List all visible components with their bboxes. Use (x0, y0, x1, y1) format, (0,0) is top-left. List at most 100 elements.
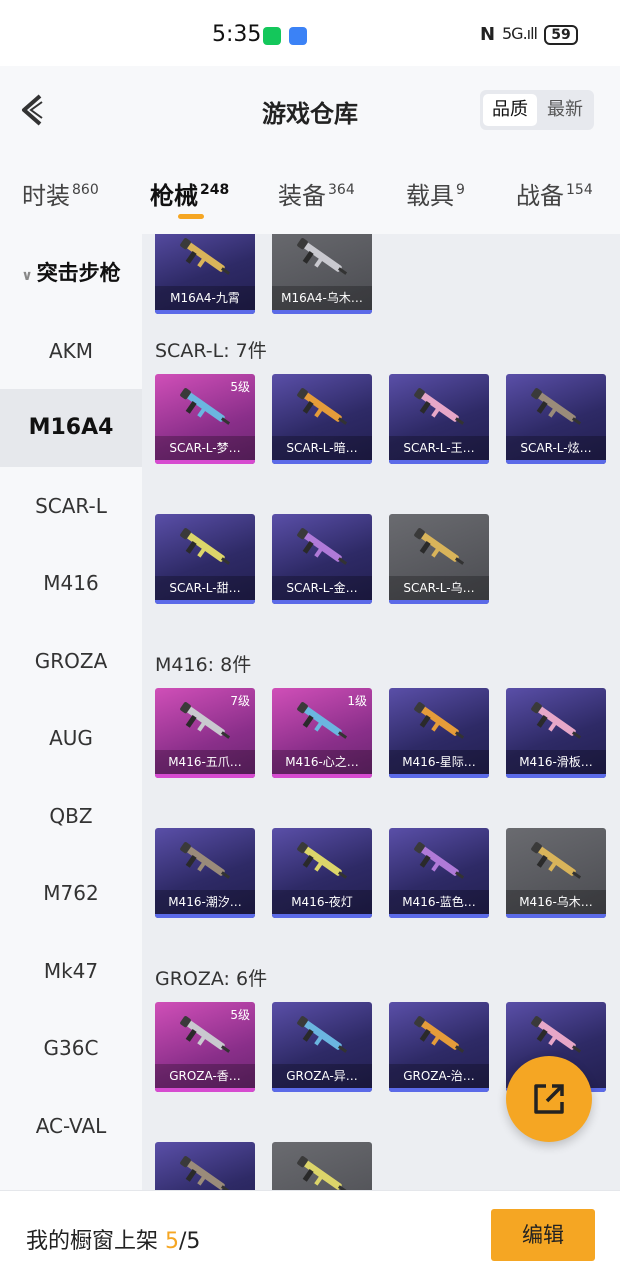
rifle-icon (297, 842, 348, 879)
weapon-card[interactable]: SCAR-L-炫… (506, 374, 606, 464)
rarity-bar (155, 310, 255, 314)
rarity-bar (389, 460, 489, 464)
weapon-card-label: SCAR-L-梦… (155, 436, 255, 460)
weapon-card[interactable]: 5级 SCAR-L-梦… (155, 374, 255, 464)
weapon-card[interactable]: M416-乌木… (506, 828, 606, 918)
rarity-bar (272, 460, 372, 464)
battery-icon: 59 (544, 25, 578, 45)
weapon-card-label: SCAR-L-暗… (272, 436, 372, 460)
game-app-icon (289, 27, 307, 45)
sidebar-item-m16a4[interactable]: M16A4 (0, 389, 142, 467)
rarity-bar (272, 310, 372, 314)
rarity-bar (389, 600, 489, 604)
weapon-card[interactable]: GROZA-异… (272, 1002, 372, 1092)
rifle-icon (414, 702, 465, 739)
weapon-card[interactable]: M416-夜灯 (272, 828, 372, 918)
weapon-card[interactable]: SCAR-L-甜… (155, 514, 255, 604)
sidebar-item-akm[interactable]: AKM (0, 312, 142, 390)
weapon-card-label: SCAR-L-甜… (155, 576, 255, 600)
rifle-icon (180, 238, 231, 275)
rarity-bar (272, 1088, 372, 1092)
weapon-card[interactable]: M16A4-乌木… (272, 234, 372, 314)
page: 5:35 N 5G.ıll 59 游戏仓库 品质 最新 时装 860 枪械 248 … (0, 0, 620, 1280)
weapon-card-label: SCAR-L-王… (389, 436, 489, 460)
edit-button[interactable]: 编辑 (491, 1209, 595, 1261)
rifle-icon (297, 702, 348, 739)
rifle-icon (531, 842, 582, 879)
weapon-card-label: GROZA-香… (155, 1064, 255, 1088)
rifle-icon (180, 528, 231, 565)
rifle-icon (180, 1016, 231, 1053)
share-button[interactable] (506, 1056, 592, 1142)
weapon-card[interactable]: GROZA-治… (389, 1002, 489, 1092)
sidebar-item-ac-val[interactable]: AC-VAL (0, 1087, 142, 1165)
external-link-icon (534, 1084, 564, 1114)
sidebar-item-g36c[interactable]: G36C (0, 1009, 142, 1087)
sidebar-item-groza[interactable]: GROZA (0, 622, 142, 700)
sidebar-item-scar-l[interactable]: SCAR-L (0, 467, 142, 545)
wechat-icon (263, 27, 281, 45)
weapon-card-label: M16A4-九霄 (155, 286, 255, 310)
sort-option-quality[interactable]: 品质 (483, 94, 537, 126)
sidebar-item-mk47[interactable]: Mk47 (0, 932, 142, 1010)
weapon-card[interactable]: M416-星际… (389, 688, 489, 778)
weapon-card[interactable]: M416-蓝色… (389, 828, 489, 918)
weapon-card[interactable]: 7级 M416-五爪… (155, 688, 255, 778)
weapon-card[interactable]: SCAR-L-暗… (272, 374, 372, 464)
rifle-icon (531, 702, 582, 739)
weapon-sidebar: ∨ 突击步枪 AKM M16A4 SCAR-L M416 GROZA AUG QB… (0, 234, 142, 1194)
section-title: M416: 8件 (155, 654, 252, 676)
section-title: SCAR-L: 7件 (155, 340, 267, 362)
weapon-card[interactable] (272, 1142, 372, 1194)
sidebar-item-qbz[interactable]: QBZ (0, 777, 142, 855)
weapon-card-label: M416-蓝色… (389, 890, 489, 914)
rarity-bar (389, 1088, 489, 1092)
rarity-bar (155, 460, 255, 464)
sidebar-item-m762[interactable]: M762 (0, 854, 142, 932)
level-badge: 5级 (230, 1008, 250, 1022)
level-badge: 5级 (230, 380, 250, 394)
header: 游戏仓库 品质 最新 (0, 66, 620, 154)
weapon-grid: M16A4-九霄 M16A4-乌木… SCAR-L: 7件 5级 SCAR-L-梦… SC… (142, 234, 620, 1194)
tab-supplies[interactable]: 战备 154 (516, 176, 593, 211)
rifle-icon (180, 388, 231, 425)
weapon-card[interactable]: 1级 M416-心之… (272, 688, 372, 778)
rifle-icon (297, 388, 348, 425)
weapon-card-label: M416-滑板… (506, 750, 606, 774)
weapon-card-label: M416-夜灯 (272, 890, 372, 914)
sort-option-newest[interactable]: 最新 (538, 94, 592, 126)
rarity-bar (155, 774, 255, 778)
nfc-icon: N (480, 24, 496, 45)
weapon-card[interactable]: M416-潮汐… (155, 828, 255, 918)
sidebar-category-assault-rifle[interactable]: ∨ 突击步枪 (0, 234, 142, 312)
rifle-icon (180, 1156, 231, 1193)
weapon-card[interactable]: SCAR-L-乌… (389, 514, 489, 604)
tab-fashion[interactable]: 时装 860 (22, 176, 99, 211)
weapon-card-label: GROZA-异… (272, 1064, 372, 1088)
rarity-bar (506, 774, 606, 778)
rarity-bar (389, 774, 489, 778)
weapon-card[interactable]: M416-滑板… (506, 688, 606, 778)
weapon-card-label: SCAR-L-炫… (506, 436, 606, 460)
category-tabs: 时装 860 枪械 248 装备 364 载具 9 战备 154 (0, 154, 620, 234)
rarity-bar (389, 914, 489, 918)
section-title: GROZA: 6件 (155, 968, 268, 990)
rifle-icon (297, 1016, 348, 1053)
chevron-down-icon: ∨ (21, 268, 33, 284)
weapon-card[interactable]: 5级 GROZA-香… (155, 1002, 255, 1092)
weapon-card[interactable]: M16A4-九霄 (155, 234, 255, 314)
sidebar-item-m416[interactable]: M416 (0, 544, 142, 622)
weapon-card-label: M416-心之… (272, 750, 372, 774)
rarity-bar (155, 600, 255, 604)
rifle-icon (414, 842, 465, 879)
tab-guns[interactable]: 枪械 248 (150, 176, 229, 211)
weapon-card[interactable]: SCAR-L-金… (272, 514, 372, 604)
weapon-card-label: GROZA-治… (389, 1064, 489, 1088)
weapon-card[interactable] (155, 1142, 255, 1194)
weapon-card[interactable]: SCAR-L-王… (389, 374, 489, 464)
weapon-card-label: SCAR-L-乌… (389, 576, 489, 600)
sidebar-item-aug[interactable]: AUG (0, 699, 142, 777)
tab-vehicles[interactable]: 载具 9 (406, 176, 465, 211)
sort-toggle: 品质 最新 (480, 90, 594, 130)
tab-equipment[interactable]: 装备 364 (278, 176, 355, 211)
